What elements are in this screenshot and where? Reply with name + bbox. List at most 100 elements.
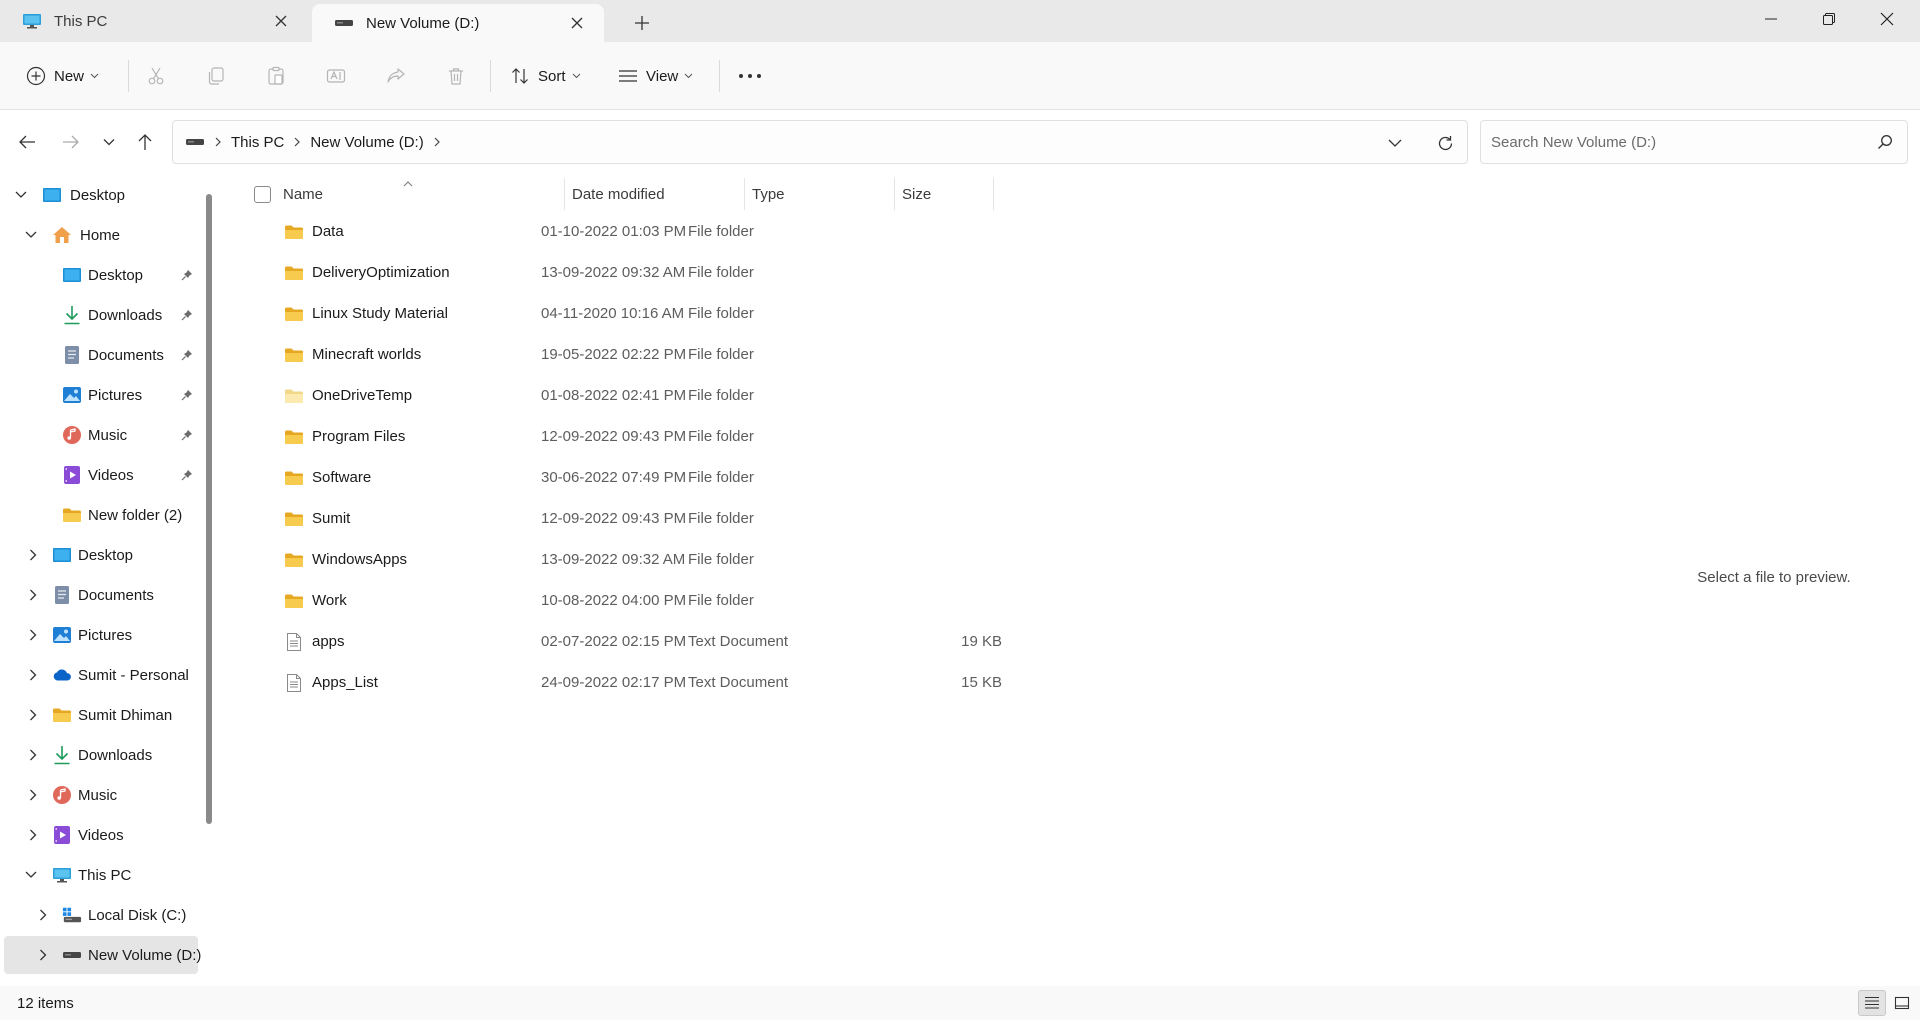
- file-row[interactable]: Work 10-08-2022 04:00 PM File folder: [238, 581, 1218, 622]
- plus-circle-icon: [26, 66, 46, 86]
- column-divider[interactable]: [564, 178, 565, 210]
- sidebar-item-videos-pinned[interactable]: Videos: [4, 456, 198, 494]
- file-row[interactable]: Sumit 12-09-2022 09:43 PM File folder: [238, 499, 1218, 540]
- file-row[interactable]: OneDriveTemp 01-08-2022 02:41 PM File fo…: [238, 376, 1218, 417]
- details-view-button[interactable]: [1858, 990, 1886, 1016]
- sidebar-item-new-volume-d[interactable]: New Volume (D:): [4, 936, 201, 974]
- search-box[interactable]: [1480, 120, 1908, 164]
- address-bar[interactable]: This PC New Volume (D:): [172, 120, 1468, 164]
- file-row[interactable]: Software 30-06-2022 07:49 PM File folder: [238, 458, 1218, 499]
- chevron-right-icon[interactable]: [26, 628, 40, 642]
- text-document-icon: [284, 633, 304, 651]
- select-all-checkbox[interactable]: [254, 186, 271, 203]
- file-row[interactable]: Apps_List 24-09-2022 02:17 PM Text Docum…: [238, 663, 1218, 704]
- folder-icon: [284, 264, 304, 282]
- chevron-right-icon[interactable]: [26, 788, 40, 802]
- file-row[interactable]: Minecraft worlds 19-05-2022 02:22 PM Fil…: [238, 335, 1218, 376]
- refresh-button[interactable]: [1425, 121, 1465, 165]
- forward-button[interactable]: [54, 126, 88, 158]
- breadcrumb-this-pc[interactable]: This PC: [231, 134, 284, 151]
- column-header-size[interactable]: Size: [902, 178, 992, 210]
- close-tab-icon[interactable]: [562, 8, 592, 38]
- sidebar-item-downloads[interactable]: Downloads: [4, 736, 198, 774]
- sidebar-item-sumit-dhiman[interactable]: Sumit Dhiman: [4, 696, 198, 734]
- new-button[interactable]: New: [26, 58, 99, 94]
- restore-button[interactable]: [1800, 0, 1858, 38]
- close-window-button[interactable]: [1858, 0, 1916, 38]
- sidebar-item-home[interactable]: Home: [4, 216, 198, 254]
- more-options-button[interactable]: [738, 58, 762, 94]
- paste-icon: [268, 66, 284, 85]
- view-button[interactable]: View: [618, 58, 693, 94]
- chevron-down-icon[interactable]: [24, 228, 38, 242]
- sidebar-item-desktop[interactable]: Desktop: [4, 536, 198, 574]
- cut-button[interactable]: [146, 58, 166, 94]
- chevron-right-icon[interactable]: [26, 668, 40, 682]
- rename-button[interactable]: [326, 58, 346, 94]
- sidebar-item-local-disk-c[interactable]: Local Disk (C:): [4, 896, 198, 934]
- file-row[interactable]: apps 02-07-2022 02:15 PM Text Document 1…: [238, 622, 1218, 663]
- sidebar-item-new-folder-2[interactable]: New folder (2): [4, 496, 198, 534]
- sidebar-item-onedrive-personal[interactable]: Sumit - Personal: [4, 656, 198, 694]
- tab-new-volume[interactable]: New Volume (D:): [312, 4, 604, 42]
- column-header-name[interactable]: Name: [283, 178, 483, 210]
- file-type: File folder: [688, 387, 754, 404]
- sort-button[interactable]: Sort: [510, 58, 581, 94]
- sidebar-item-pictures-pinned[interactable]: Pictures: [4, 376, 198, 414]
- chevron-right-icon[interactable]: [434, 137, 440, 147]
- back-button[interactable]: [10, 126, 44, 158]
- search-icon[interactable]: [1877, 134, 1893, 154]
- file-row[interactable]: Data 01-10-2022 01:03 PM File folder: [238, 212, 1218, 253]
- sidebar-item-downloads-pinned[interactable]: Downloads: [4, 296, 198, 334]
- chevron-right-icon[interactable]: [36, 908, 50, 922]
- minimize-button[interactable]: [1742, 0, 1800, 38]
- file-row[interactable]: WindowsApps 13-09-2022 09:32 AM File fol…: [238, 540, 1218, 581]
- breadcrumb-new-volume[interactable]: New Volume (D:): [310, 134, 423, 151]
- chevron-right-icon[interactable]: [26, 828, 40, 842]
- sidebar-item-music[interactable]: Music: [4, 776, 198, 814]
- column-divider[interactable]: [744, 178, 745, 210]
- sidebar-item-music-pinned[interactable]: Music: [4, 416, 198, 454]
- chevron-right-icon[interactable]: [26, 588, 40, 602]
- tab-this-pc[interactable]: This PC: [0, 0, 308, 42]
- new-tab-button[interactable]: [626, 8, 658, 38]
- search-input[interactable]: [1491, 131, 1861, 153]
- sidebar-scrollbar[interactable]: [206, 194, 212, 824]
- sidebar-item-this-pc[interactable]: This PC: [4, 856, 198, 894]
- share-button[interactable]: [386, 58, 406, 94]
- onedrive-icon: [52, 665, 72, 685]
- chevron-down-icon[interactable]: [24, 868, 38, 882]
- recent-locations-button[interactable]: [92, 126, 126, 158]
- up-button[interactable]: [128, 126, 162, 158]
- column-header-type[interactable]: Type: [752, 178, 892, 210]
- paste-button[interactable]: [266, 58, 286, 94]
- delete-button[interactable]: [446, 58, 466, 94]
- sidebar-item-desktop-root[interactable]: Desktop: [4, 176, 198, 214]
- chevron-right-icon[interactable]: [26, 548, 40, 562]
- close-tab-icon[interactable]: [266, 6, 296, 36]
- sidebar-item-documents-pinned[interactable]: Documents: [4, 336, 198, 374]
- sidebar-item-desktop-pinned[interactable]: Desktop: [4, 256, 198, 294]
- folder-icon: [284, 346, 304, 364]
- chevron-right-icon[interactable]: [36, 948, 50, 962]
- chevron-down-icon[interactable]: [14, 188, 28, 202]
- file-row[interactable]: DeliveryOptimization 13-09-2022 09:32 AM…: [238, 253, 1218, 294]
- file-row[interactable]: Program Files 12-09-2022 09:43 PM File f…: [238, 417, 1218, 458]
- chevron-right-icon[interactable]: [26, 708, 40, 722]
- sidebar-item-documents[interactable]: Documents: [4, 576, 198, 614]
- chevron-right-icon[interactable]: [26, 748, 40, 762]
- column-divider[interactable]: [894, 178, 895, 210]
- sidebar-item-pictures[interactable]: Pictures: [4, 616, 198, 654]
- tiles-view-button[interactable]: [1888, 990, 1916, 1016]
- column-header-date[interactable]: Date modified: [572, 178, 742, 210]
- column-divider[interactable]: [993, 178, 994, 210]
- file-name: Work: [312, 592, 347, 609]
- sidebar-item-videos[interactable]: Videos: [4, 816, 198, 854]
- chevron-right-icon[interactable]: [294, 137, 301, 147]
- divider: [490, 60, 491, 92]
- file-row[interactable]: Linux Study Material 04-11-2020 10:16 AM…: [238, 294, 1218, 335]
- copy-button[interactable]: [206, 58, 226, 94]
- address-history-button[interactable]: [1375, 121, 1415, 165]
- chevron-right-icon[interactable]: [215, 137, 221, 147]
- drive-icon: [334, 15, 354, 31]
